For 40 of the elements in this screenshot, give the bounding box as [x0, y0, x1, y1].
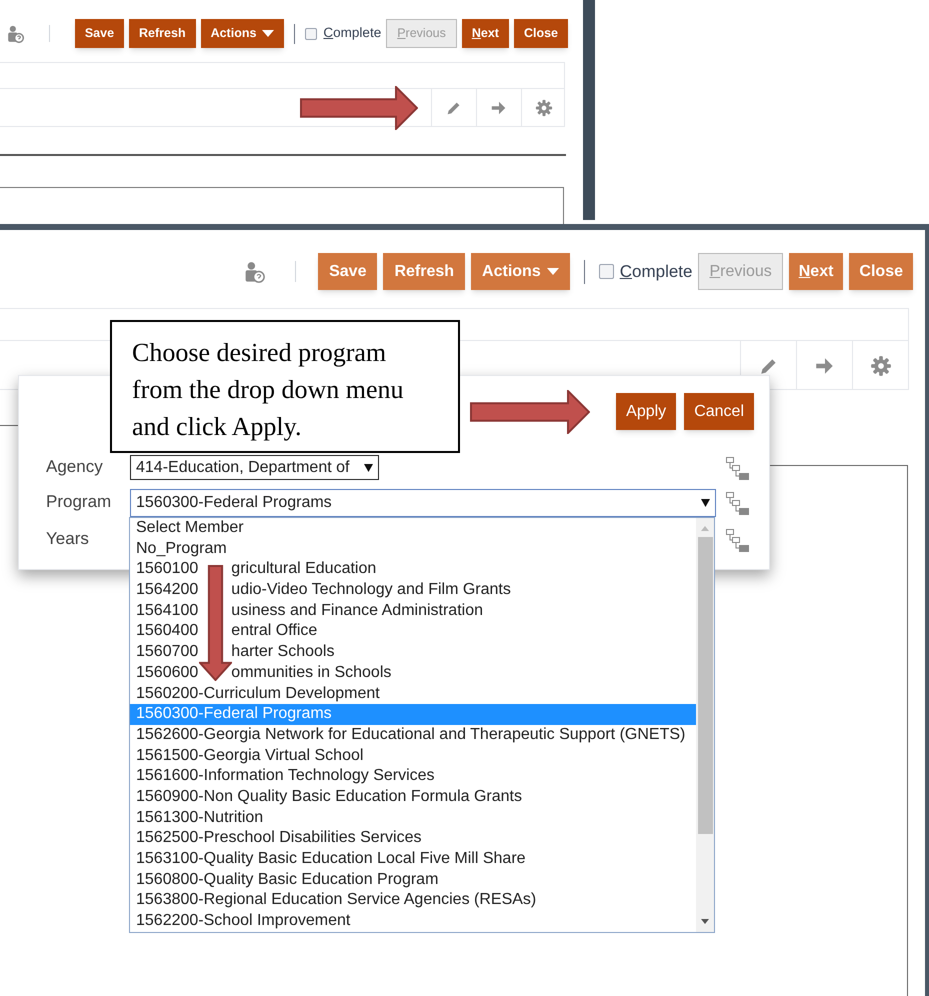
option-text: 1560600	[136, 662, 198, 683]
dropdown-option[interactable]: 1561300-Nutrition	[130, 808, 696, 828]
option-text: 1560100	[136, 559, 198, 580]
option-text: 1560700	[136, 642, 198, 662]
dropdown-option[interactable]: 1563800-Regional Education Service Agencies (RESAs)	[130, 890, 696, 912]
actions-menu-button[interactable]: Actions	[200, 19, 284, 48]
callout-text: Choose desired program from the drop down menu and click Apply.	[110, 320, 460, 453]
dropdown-option[interactable]: 1560800-Quality Basic Education Program	[130, 870, 696, 890]
toolbar-button[interactable]: Save	[74, 19, 124, 48]
dropdown-option[interactable]: No_Program	[130, 538, 696, 560]
dialog-button[interactable]: Apply	[616, 393, 676, 430]
option-text: 1564200	[136, 580, 198, 600]
dialog-button[interactable]: Cancel	[684, 393, 754, 430]
select-field[interactable]: 1560300-Federal Programs	[130, 489, 716, 517]
option-text: 1560400	[136, 621, 198, 642]
option-text: harter Schools	[231, 642, 334, 662]
dropdown-option[interactable]: 1562200-School Improvement	[130, 911, 696, 932]
option-text: entral Office	[231, 621, 318, 642]
dropdown-option[interactable]: 1561600-Information Technology Services	[130, 766, 696, 787]
option-text: 1564100	[136, 600, 198, 621]
complete-checkbox[interactable]: Complete	[305, 23, 382, 44]
select-field[interactable]: 414-Education, Department of	[130, 455, 379, 480]
field-label: Agency	[46, 456, 103, 478]
field-label: Program	[46, 491, 112, 513]
dropdown-option[interactable]: 1560900-Non Quality Basic Education Formula Grants	[130, 786, 696, 808]
toolbar-button[interactable]: Next	[462, 19, 509, 48]
field-label: Years	[46, 528, 89, 550]
dropdown-option[interactable]: 1562500-Preschool Disabilities Services	[130, 828, 696, 849]
dropdown-option[interactable]: Select Member	[130, 518, 696, 539]
option-text: usiness and Finance Administration	[231, 600, 483, 621]
dropdown-option[interactable]: 1562600-Georgia Network for Educational and Therapeutic Support (GNETS)	[130, 724, 696, 746]
dropdown-option[interactable]: 1563100-Quality Basic Education Local Five Mill Share	[130, 849, 696, 870]
option-text: ommunities in Schools	[231, 662, 392, 683]
dropdown-option[interactable]: 1561500-Georgia Virtual School	[130, 746, 696, 766]
complete-checkbox[interactable]: Complete	[598, 258, 692, 284]
option-text: gricultural Education	[231, 559, 376, 580]
toolbar-button[interactable]: Refresh	[129, 19, 196, 48]
toolbar-button[interactable]: Close	[514, 19, 568, 48]
option-text: udio-Video Technology and Film Grants	[231, 580, 511, 600]
dropdown-option[interactable]: 1560200-Curriculum Development	[130, 684, 696, 704]
